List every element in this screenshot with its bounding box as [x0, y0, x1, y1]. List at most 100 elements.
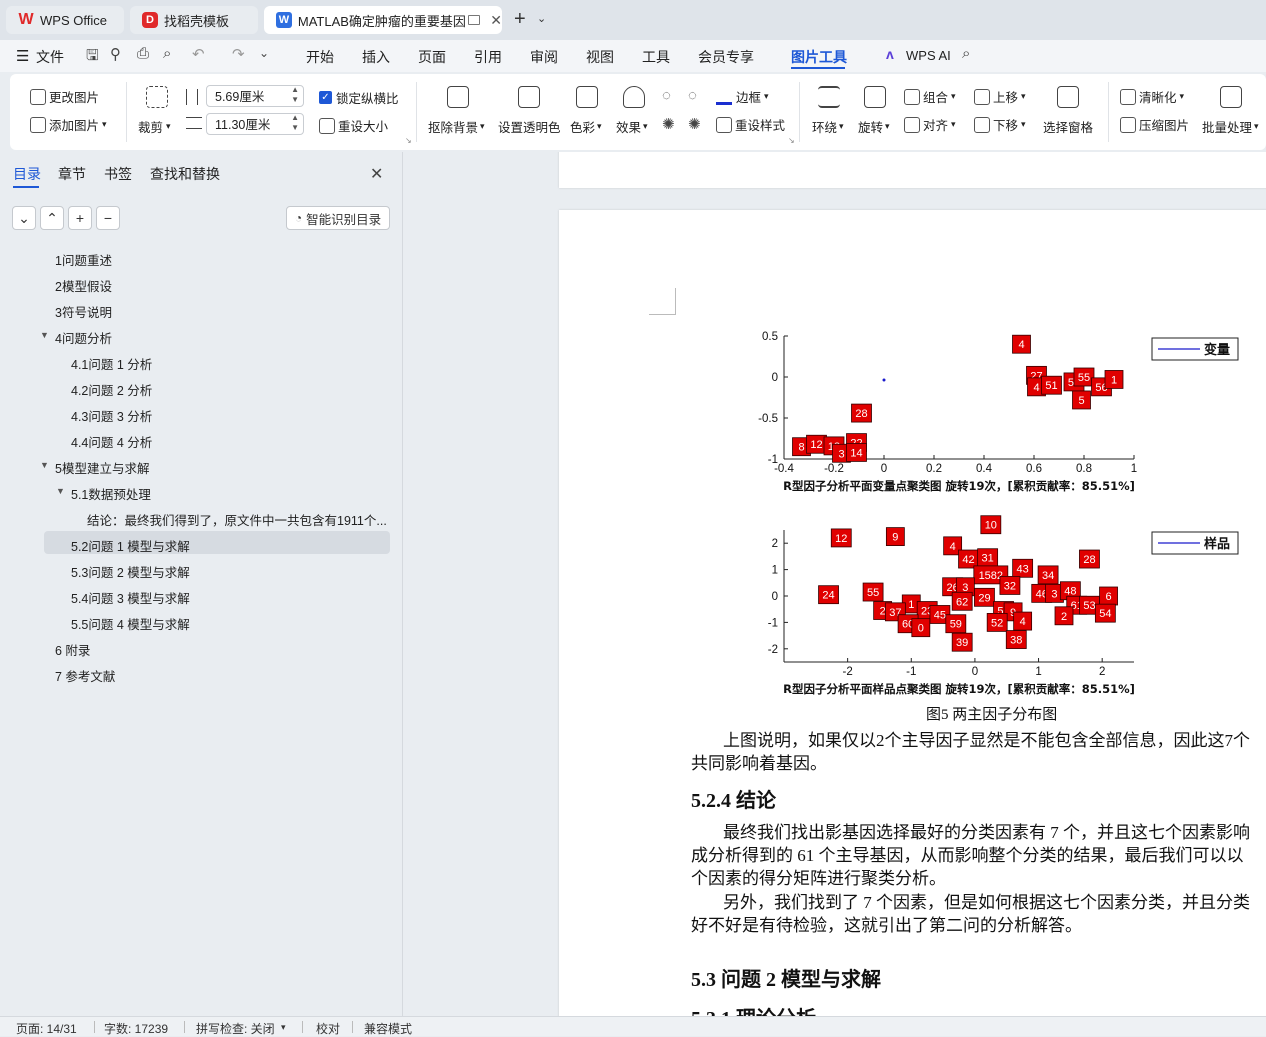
toc-item[interactable]: 2模型假设: [55, 276, 112, 295]
menu-view[interactable]: 视图: [586, 47, 614, 67]
toc-item[interactable]: 1问题重述: [55, 250, 112, 269]
chevron-down-icon[interactable]: ⌄: [537, 12, 546, 25]
crop-button[interactable]: 裁剪 ▾: [138, 117, 171, 136]
nav-tab-sections[interactable]: 章节: [58, 164, 86, 184]
nav-tab-bookmarks[interactable]: 书签: [104, 164, 132, 184]
move-down-button[interactable]: 下移 ▾: [974, 115, 1026, 134]
color-icon[interactable]: [576, 86, 598, 108]
spinner-icon[interactable]: ▲ ▼: [291, 85, 299, 105]
spinner-icon[interactable]: ▲ ▼: [291, 113, 299, 133]
tab-document[interactable]: W MATLAB确定肿瘤的重要基因 ✕: [264, 6, 502, 34]
add-image-button[interactable]: 添加图片 ▾: [30, 115, 107, 134]
contrast-down-icon[interactable]: ✺: [688, 115, 701, 133]
brightness-icon[interactable]: ✺: [662, 115, 675, 133]
toc-item[interactable]: 5.3问题 2 模型与求解: [71, 562, 190, 581]
tab-docer[interactable]: D 找稻壳模板: [130, 6, 258, 34]
remove-background-button[interactable]: 抠除背景 ▾: [428, 117, 485, 136]
move-up-button[interactable]: 上移 ▾: [974, 87, 1026, 106]
expand-toggle-icon[interactable]: ▼: [56, 486, 65, 496]
menu-insert[interactable]: 插入: [362, 47, 390, 67]
menu-file[interactable]: 文件: [36, 47, 64, 67]
lock-ratio-checkbox[interactable]: ✓ 锁定纵横比: [319, 88, 399, 107]
menu-page[interactable]: 页面: [418, 47, 446, 67]
group-button[interactable]: 组合 ▾: [904, 87, 956, 106]
expand-up-button[interactable]: ⌃: [40, 206, 64, 230]
menu-member[interactable]: 会员专享: [698, 47, 754, 67]
wrap-button[interactable]: 环绕 ▾: [812, 117, 844, 136]
reset-size-button[interactable]: 重设大小: [319, 116, 388, 135]
close-pane-icon[interactable]: ✕: [370, 164, 383, 184]
spell-check-toggle[interactable]: 拼写检查: 关闭: [196, 1020, 275, 1037]
toc-item[interactable]: 4.1问题 1 分析: [71, 354, 152, 373]
compress-image-button[interactable]: 压缩图片: [1120, 115, 1189, 134]
menu-start[interactable]: 开始: [306, 47, 334, 67]
nav-tab-toc[interactable]: 目录: [13, 164, 41, 184]
tab-wps-office[interactable]: W WPS Office: [6, 6, 124, 34]
set-transparent-button[interactable]: 设置透明色: [498, 117, 561, 136]
hamburger-icon[interactable]: ☰: [16, 47, 29, 65]
page-indicator[interactable]: 页面: 14/31: [16, 1020, 77, 1037]
sharpen-button[interactable]: 清晰化 ▾: [1120, 87, 1184, 106]
search-icon[interactable]: ⌕: [962, 45, 970, 62]
rotate-icon[interactable]: [864, 86, 886, 108]
toc-item[interactable]: 4.4问题 4 分析: [71, 432, 152, 451]
toc-item[interactable]: 4问题分析: [55, 328, 112, 347]
dialog-launcher-icon[interactable]: ↘: [405, 136, 412, 145]
menu-wps-ai[interactable]: WPS AI: [906, 48, 951, 63]
toc-item[interactable]: 5.5问题 4 模型与求解: [71, 614, 190, 633]
toc-item[interactable]: 5.1数据预处理: [71, 484, 151, 503]
height-input[interactable]: 5.69厘米 ▲ ▼: [206, 85, 304, 107]
new-tab-icon[interactable]: +: [514, 8, 526, 31]
print-icon[interactable]: ⎙: [137, 45, 149, 62]
share-icon[interactable]: ⚲: [110, 45, 121, 63]
border-button[interactable]: 边框 ▾: [716, 87, 769, 106]
close-tab-icon[interactable]: ✕: [490, 12, 502, 29]
nav-tab-find-replace[interactable]: 查找和替换: [150, 164, 220, 184]
remove-heading-button[interactable]: −: [96, 206, 120, 230]
chevron-down-icon[interactable]: ▾: [281, 1022, 286, 1033]
wrap-text-icon[interactable]: [818, 86, 840, 108]
effect-button[interactable]: 效果 ▾: [616, 117, 648, 136]
expand-toggle-icon[interactable]: ▼: [40, 460, 49, 470]
dialog-launcher-icon[interactable]: ↘: [788, 136, 795, 145]
variable-cluster-chart[interactable]: -0.4-0.200.20.40.60.810.50-0.5-142745153…: [749, 318, 1249, 498]
selection-pane-button[interactable]: 选择窗格: [1043, 117, 1093, 136]
remove-background-icon[interactable]: [447, 86, 469, 108]
batch-process-button[interactable]: 批量处理 ▾: [1202, 117, 1259, 136]
undo-icon[interactable]: ↶: [192, 45, 205, 63]
menu-tools[interactable]: 工具: [642, 47, 670, 67]
proofread-button[interactable]: 校对: [316, 1020, 340, 1037]
toc-item[interactable]: 4.2问题 2 分析: [71, 380, 152, 399]
add-heading-button[interactable]: +: [68, 206, 92, 230]
set-transparent-icon[interactable]: [518, 86, 540, 108]
menu-picture-tools[interactable]: 图片工具: [791, 47, 847, 67]
toc-item[interactable]: 4.3问题 3 分析: [71, 406, 152, 425]
toc-item[interactable]: 结论：最终我们得到了，原文件中一共包含有1911个...: [87, 510, 387, 529]
expand-toggle-icon[interactable]: ▼: [40, 330, 49, 340]
toc-item[interactable]: 7 参考文献: [55, 666, 115, 685]
color-button[interactable]: 色彩 ▾: [570, 117, 602, 136]
brightness-up-icon[interactable]: ◌: [662, 87, 671, 104]
reset-style-button[interactable]: 重设样式: [716, 115, 785, 134]
toc-item[interactable]: 6 附录: [55, 640, 90, 659]
redo-icon[interactable]: ↷: [232, 45, 245, 63]
toc-item[interactable]: 5.2问题 1 模型与求解: [71, 536, 190, 555]
crop-icon[interactable]: [146, 86, 168, 108]
quick-access-menu-icon[interactable]: ⌄: [259, 46, 269, 60]
toc-item[interactable]: 3符号说明: [55, 302, 112, 321]
word-count[interactable]: 字数: 17239: [104, 1020, 168, 1037]
save-icon[interactable]: 🖫: [86, 45, 99, 70]
sample-cluster-chart[interactable]: -2 -1 0 1 2210-1-212 910442 3143281582 3426 3 322…: [749, 510, 1249, 700]
menu-review[interactable]: 审阅: [530, 47, 558, 67]
selection-pane-icon[interactable]: [1057, 86, 1079, 108]
collapse-all-button[interactable]: ⌄: [12, 206, 36, 230]
align-button[interactable]: 对齐 ▾: [904, 115, 956, 134]
print-preview-icon[interactable]: ⌕: [163, 45, 171, 62]
menu-reference[interactable]: 引用: [474, 47, 502, 67]
width-input[interactable]: 11.30厘米 ▲ ▼: [206, 113, 304, 135]
contrast-icon[interactable]: ◌: [688, 87, 697, 104]
smart-toc-button[interactable]: ◔ 智能识别目录: [286, 206, 390, 230]
toc-item[interactable]: 5.4问题 3 模型与求解: [71, 588, 190, 607]
toc-item[interactable]: 5模型建立与求解: [55, 458, 149, 477]
rotate-button[interactable]: 旋转 ▾: [858, 117, 890, 136]
